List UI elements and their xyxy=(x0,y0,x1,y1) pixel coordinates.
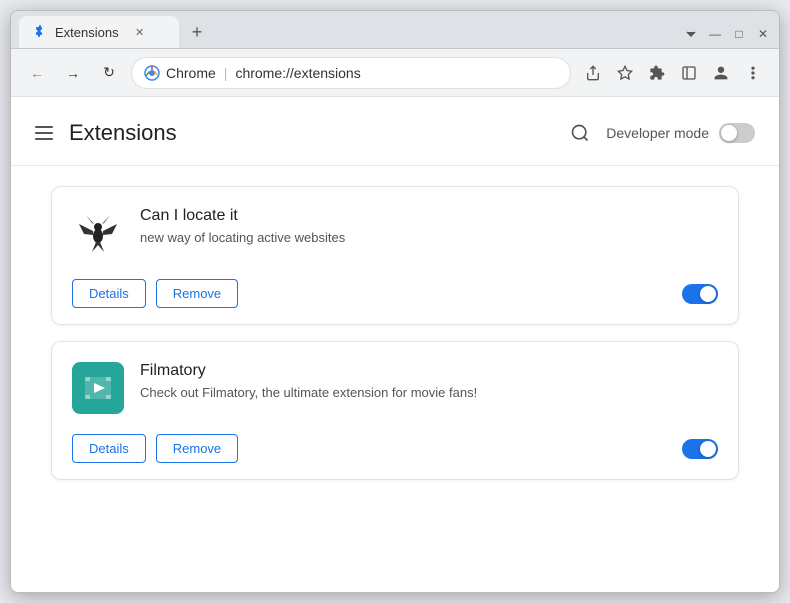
extensions-button[interactable] xyxy=(643,59,671,87)
window-chevron-button[interactable] xyxy=(683,26,699,42)
film-play-svg xyxy=(83,373,113,403)
toolbar-action-icons xyxy=(579,59,767,87)
chrome-icon xyxy=(144,65,160,81)
bookmark-button[interactable] xyxy=(611,59,639,87)
address-url: chrome://extensions xyxy=(235,65,360,81)
extension-icon-0 xyxy=(72,207,124,259)
extension-name-1: Filmatory xyxy=(140,362,718,380)
extension-desc-0: new way of locating active websites xyxy=(140,229,718,247)
extension-desc-1: Check out Filmatory, the ultimate extens… xyxy=(140,384,718,402)
address-bar[interactable]: Chrome | chrome://extensions xyxy=(131,57,571,89)
extension-info-1: Filmatory Check out Filmatory, the ultim… xyxy=(140,362,718,402)
toggle-thumb xyxy=(721,125,737,141)
extension-card-bottom-0: Details Remove xyxy=(72,279,718,308)
details-button-0[interactable]: Details xyxy=(72,279,146,308)
title-bar: Extensions ✕ + — □ ✕ xyxy=(11,11,779,49)
share-button[interactable] xyxy=(579,59,607,87)
tab-close-button[interactable]: ✕ xyxy=(131,23,149,41)
reload-button[interactable]: ↻ xyxy=(95,59,123,87)
sidebar-button[interactable] xyxy=(675,59,703,87)
tab-extension-icon xyxy=(31,24,47,40)
maximize-button[interactable]: □ xyxy=(731,26,747,42)
extension-card-top-0: Can I locate it new way of locating acti… xyxy=(72,207,718,259)
back-button[interactable]: ← xyxy=(23,59,51,87)
extensions-header: Extensions Developer mode xyxy=(11,97,779,166)
new-tab-button[interactable]: + xyxy=(183,18,211,46)
address-separator: | xyxy=(224,65,228,81)
developer-mode-toggle[interactable] xyxy=(719,123,755,143)
browser-window: Extensions ✕ + — □ ✕ ← → ↻ C xyxy=(10,10,780,593)
close-button[interactable]: ✕ xyxy=(755,26,771,42)
extension-info-0: Can I locate it new way of locating acti… xyxy=(140,207,718,247)
extension-toggle-1[interactable] xyxy=(682,439,718,459)
window-controls: — □ ✕ xyxy=(683,26,771,42)
content-area: Extensions Developer mode xyxy=(11,97,779,592)
header-left: Extensions xyxy=(31,120,177,146)
header-right: Developer mode xyxy=(564,117,755,149)
extensions-list: Can I locate it new way of locating acti… xyxy=(11,166,779,500)
extension-toggle-0[interactable] xyxy=(682,284,718,304)
extension-card-bottom-1: Details Remove xyxy=(72,434,718,463)
browser-toolbar: ← → ↻ Chrome | chrome://extensions xyxy=(11,49,779,97)
extension-card-top-1: Filmatory Check out Filmatory, the ultim… xyxy=(72,362,718,414)
minimize-button[interactable]: — xyxy=(707,26,723,42)
filmatory-icon xyxy=(72,362,124,414)
tab-label: Extensions xyxy=(55,25,119,40)
address-chrome-label: Chrome xyxy=(166,65,216,81)
forward-button[interactable]: → xyxy=(59,59,87,87)
page-title: Extensions xyxy=(69,120,177,146)
extension-name-0: Can I locate it xyxy=(140,207,718,225)
profile-button[interactable] xyxy=(707,59,735,87)
extension-card-1: Filmatory Check out Filmatory, the ultim… xyxy=(51,341,739,480)
details-button-1[interactable]: Details xyxy=(72,434,146,463)
remove-button-0[interactable]: Remove xyxy=(156,279,238,308)
search-button[interactable] xyxy=(564,117,596,149)
hamburger-menu-button[interactable] xyxy=(31,122,57,144)
extension-icon-1 xyxy=(72,362,124,414)
extension-card-0: Can I locate it new way of locating acti… xyxy=(51,186,739,325)
bird-svg-icon xyxy=(74,209,122,257)
developer-mode-label: Developer mode xyxy=(606,125,709,141)
remove-button-1[interactable]: Remove xyxy=(156,434,238,463)
active-tab[interactable]: Extensions ✕ xyxy=(19,16,179,48)
toggle-thumb-0 xyxy=(700,286,716,302)
menu-button[interactable] xyxy=(739,59,767,87)
toggle-thumb-1 xyxy=(700,441,716,457)
